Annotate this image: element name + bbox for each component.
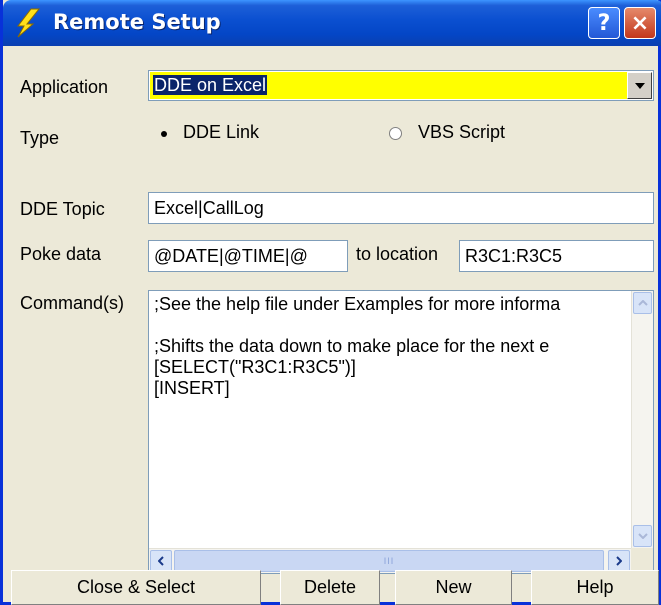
application-label: Application (20, 77, 109, 97)
commands-textarea[interactable]: ;See the help file under Examples for mo… (148, 290, 654, 574)
to-location-label: to location (356, 244, 439, 264)
help-title-button[interactable]: ? (588, 7, 620, 39)
command-line: ;Shifts the data down to make place for … (154, 336, 550, 356)
title-bar[interactable]: Remote Setup ? × (3, 0, 661, 46)
close-select-button[interactable]: Close & Select (11, 570, 261, 605)
close-title-button[interactable]: × (624, 7, 656, 39)
command-line: [INSERT] (154, 378, 230, 398)
command-line: ;See the help file under Examples for mo… (154, 294, 561, 314)
new-button[interactable]: New (395, 570, 512, 605)
remote-setup-dialog: Remote Setup ? × Application DDE on Exce… (0, 0, 661, 605)
type-label: Type (20, 128, 60, 148)
help-button[interactable]: Help (531, 570, 659, 605)
poke-data-input[interactable]: @DATE|@TIME|@ (148, 240, 348, 272)
chevron-down-icon (634, 82, 645, 89)
command-line (154, 315, 632, 336)
commands-label: Command(s) (20, 293, 125, 313)
chevron-right-icon (616, 556, 622, 566)
horizontal-scroll-thumb[interactable]: III (174, 550, 604, 572)
scroll-up-button[interactable] (633, 292, 652, 314)
lightning-icon (16, 8, 41, 38)
command-line: [SELECT("R3C1:R3C5")] (154, 357, 356, 377)
dde-topic-label: DDE Topic (20, 199, 105, 219)
window-title: Remote Setup (53, 10, 221, 34)
scroll-left-button[interactable] (150, 550, 172, 572)
scroll-right-button[interactable] (608, 550, 630, 572)
scroll-down-button[interactable] (633, 525, 652, 547)
dropdown-button[interactable] (627, 72, 652, 99)
location-input[interactable]: R3C1:R3C5 (459, 240, 654, 272)
chevron-down-icon (637, 533, 648, 539)
application-value: DDE on Excel (153, 75, 268, 95)
commands-text: ;See the help file under Examples for mo… (154, 294, 632, 399)
delete-button[interactable]: Delete (280, 570, 380, 605)
dde-link-radio[interactable] (157, 127, 170, 140)
application-value-box: DDE on Excel (150, 72, 627, 99)
vertical-scrollbar[interactable] (631, 291, 653, 548)
vbs-script-radio[interactable] (389, 127, 402, 140)
dde-topic-input[interactable]: Excel|CallLog (148, 192, 654, 224)
chevron-left-icon (158, 556, 164, 566)
vbs-script-label[interactable]: VBS Script (418, 122, 505, 143)
application-select[interactable]: DDE on Excel (148, 70, 654, 101)
poke-data-label: Poke data (20, 244, 102, 264)
dde-link-label[interactable]: DDE Link (183, 122, 259, 143)
chevron-up-icon (637, 300, 648, 306)
